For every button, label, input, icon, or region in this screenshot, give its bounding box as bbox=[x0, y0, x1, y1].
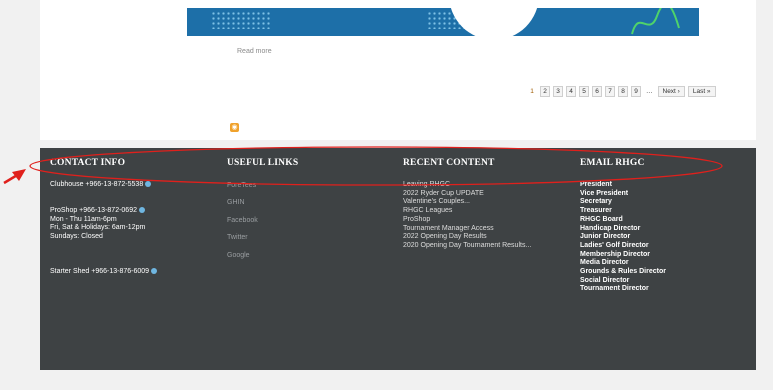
pager-item[interactable]: 6 bbox=[592, 86, 602, 97]
phone-icon[interactable] bbox=[145, 181, 152, 188]
recent-content-link[interactable]: RHGC Leagues bbox=[403, 207, 531, 216]
email-contact-link[interactable]: Media Director bbox=[580, 259, 666, 268]
email-contact-link[interactable]: Vice President bbox=[580, 190, 666, 199]
email-contact-link[interactable]: Secretary bbox=[580, 198, 666, 207]
pager-item[interactable]: Last » bbox=[687, 86, 716, 97]
phone-icon[interactable] bbox=[151, 268, 158, 275]
recent-content-link[interactable]: 2022 Opening Day Results bbox=[403, 233, 531, 242]
rss-feed-icon[interactable]: ◉ bbox=[230, 123, 239, 132]
email-contact-link[interactable]: Ladies' Golf Director bbox=[580, 242, 666, 251]
footer-contact-title: CONTACT INFO bbox=[50, 158, 126, 168]
banner-squiggle-graphic bbox=[631, 8, 680, 35]
recent-content-link[interactable]: Tournament Manager Access bbox=[403, 225, 531, 234]
email-contact-link[interactable]: Social Director bbox=[580, 277, 666, 286]
footer-recent-content-title: RECENT CONTENT bbox=[403, 158, 495, 168]
annotation-arrow-shaft bbox=[3, 172, 20, 185]
footer-contact-column: CONTACT INFO Clubhouse +966-13-872-5538 … bbox=[50, 158, 158, 277]
clubhouse-phone: Clubhouse +966-13-872-5538 bbox=[50, 181, 157, 190]
pager-item[interactable]: 9 bbox=[631, 86, 641, 97]
recent-content-link[interactable]: Leaving RHGC bbox=[403, 181, 531, 190]
pager-item[interactable]: 7 bbox=[605, 86, 615, 97]
email-contact-link[interactable]: President bbox=[580, 181, 666, 190]
email-contact-link[interactable]: Tournament Director bbox=[580, 285, 666, 294]
useful-link[interactable]: ForeTees bbox=[227, 177, 298, 194]
recent-content-link[interactable]: 2022 Ryder Cup UPDATE bbox=[403, 190, 531, 199]
recent-content-link[interactable]: ProShop bbox=[403, 216, 531, 225]
read-more-link[interactable]: Read more bbox=[237, 48, 272, 55]
pager-item[interactable]: 4 bbox=[566, 86, 576, 97]
email-contact-link[interactable]: Handicap Director bbox=[580, 225, 666, 234]
pagination: 1 2 3 4 5 6 7 8 9 … Next › Last » bbox=[527, 86, 716, 97]
hours-line: Sundays: Closed bbox=[50, 233, 103, 241]
pager-item[interactable]: 2 bbox=[540, 86, 550, 97]
pager-item[interactable]: Next › bbox=[657, 86, 685, 97]
footer-email-column: EMAIL RHGC President Vice President Secret… bbox=[580, 158, 666, 294]
pager-item[interactable]: 8 bbox=[618, 86, 628, 97]
footer-recent-content-column: RECENT CONTENT Leaving RHGC 2022 Ryder Cu… bbox=[403, 158, 531, 251]
pager-item[interactable]: 3 bbox=[553, 86, 563, 97]
banner-circle-graphic bbox=[449, 8, 539, 36]
pager-item[interactable]: 5 bbox=[579, 86, 589, 97]
email-contact-link[interactable]: Grounds & Rules Director bbox=[580, 268, 666, 277]
article-banner-image bbox=[187, 8, 699, 36]
email-contact-link[interactable]: Junior Director bbox=[580, 233, 666, 242]
email-contact-link[interactable]: Treasurer bbox=[580, 207, 666, 216]
banner-dots-pattern bbox=[211, 11, 271, 29]
phone-icon[interactable] bbox=[138, 207, 145, 214]
recent-content-link[interactable]: Valentine's Couples... bbox=[403, 198, 531, 207]
hours-line: Mon - Thu 11am-6pm bbox=[50, 215, 117, 223]
useful-link[interactable]: GHIN bbox=[227, 194, 298, 211]
email-contact-link[interactable]: Membership Director bbox=[580, 251, 666, 260]
site-footer: CONTACT INFO Clubhouse +966-13-872-5538 … bbox=[40, 148, 756, 370]
annotation-arrow-head bbox=[12, 169, 26, 181]
proshop-phone: ProShop +966-13-872-0692 bbox=[50, 207, 157, 216]
email-contact-link[interactable]: RHGC Board bbox=[580, 216, 666, 225]
footer-useful-links-title: USEFUL LINKS bbox=[227, 158, 299, 168]
useful-link[interactable]: Facebook bbox=[227, 212, 298, 229]
useful-link[interactable]: Google bbox=[227, 247, 298, 264]
hours-line: Fri, Sat & Holidays: 6am-12pm bbox=[50, 224, 146, 232]
pager-ellipsis: … bbox=[646, 88, 653, 95]
footer-email-title: EMAIL RHGC bbox=[580, 158, 645, 168]
useful-link[interactable]: Twitter bbox=[227, 229, 298, 246]
pager-item: 1 bbox=[530, 88, 534, 95]
starter-shed-phone: Starter Shed +966-13-876-6009 bbox=[50, 268, 158, 277]
recent-content-link[interactable]: 2020 Opening Day Tournament Results... bbox=[403, 242, 531, 251]
footer-useful-links-column: USEFUL LINKS ForeTees GHIN Facebook Twitter… bbox=[227, 158, 298, 264]
